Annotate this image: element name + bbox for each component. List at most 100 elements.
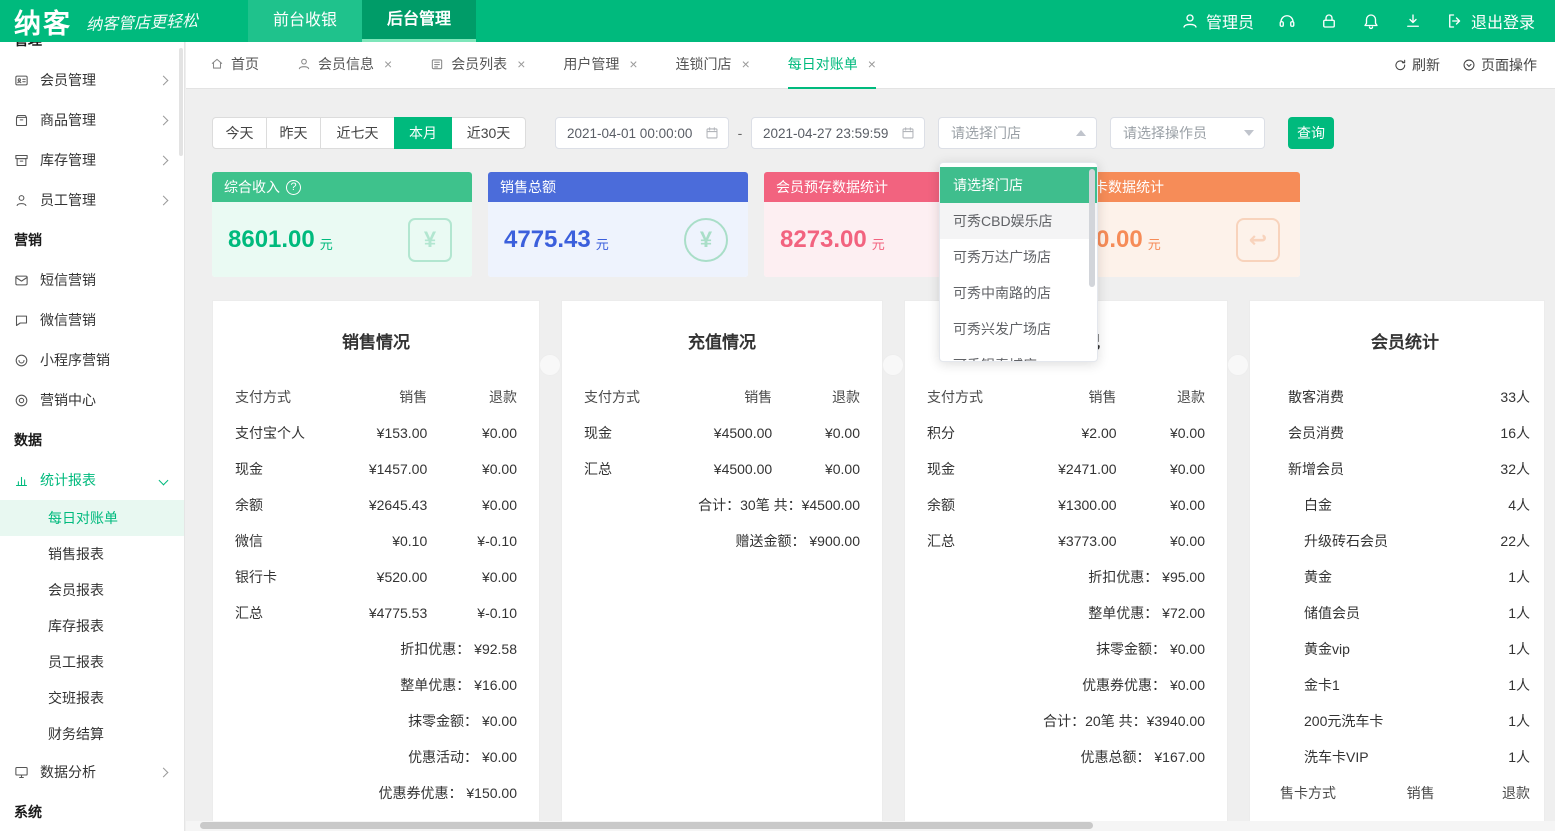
tab-chain-stores[interactable]: 连锁门店 ×	[676, 42, 750, 89]
card-title: 综合收入	[224, 177, 280, 197]
summary-line: 抹零金额： ¥0.00	[927, 631, 1205, 667]
search-button[interactable]: 查询	[1288, 117, 1334, 149]
download-button[interactable]	[1404, 12, 1422, 30]
notifications-button[interactable]	[1362, 12, 1380, 30]
panel-divider-dot	[539, 354, 561, 376]
income-value: 8601.00	[228, 226, 315, 254]
sidebar-item-staff-mgmt[interactable]: 员工管理	[0, 180, 184, 220]
store-option[interactable]: 可秀万达广场店	[940, 239, 1097, 275]
sidebar-subitem[interactable]: 销售报表	[0, 536, 184, 572]
range-last7days-button[interactable]: 近七天	[320, 117, 395, 149]
sidebar-subitem[interactable]: 财务结算	[0, 716, 184, 752]
horizontal-scrollbar[interactable]	[186, 821, 1555, 831]
unit-label: 元	[320, 226, 333, 253]
summary-line: 合计：30笔 共：¥4500.00	[584, 487, 860, 523]
sidebar-subitem[interactable]: 会员报表	[0, 572, 184, 608]
horizontal-scrollbar-thumb[interactable]	[200, 822, 1093, 829]
store-option[interactable]: 可秀银泰城店	[940, 347, 1097, 362]
sidebar-section-data: 数据	[0, 420, 184, 460]
tab-member-info[interactable]: 会员信息 ×	[297, 42, 392, 89]
main-area: 首页 会员信息 × 会员列表 × 用户管理 × 连锁门店 × 每日对账单 × 刷…	[186, 42, 1555, 831]
dropdown-scrollbar-thumb[interactable]	[1089, 169, 1095, 287]
range-last30days-button[interactable]: 近30天	[451, 117, 526, 149]
table-row: 现金 ¥4500.00 ¥0.00	[584, 415, 860, 451]
topbar: 纳客 纳客管店更轻松 前台收银 后台管理 管理员 退出登录	[0, 0, 1555, 42]
card-title: 销售总额	[500, 177, 556, 197]
lock-icon	[1320, 12, 1338, 30]
summary-line: 抹零金额： ¥0.00	[235, 703, 517, 739]
range-this-month-button[interactable]: 本月	[394, 117, 452, 149]
start-date-input[interactable]: 2021-04-01 00:00:00	[555, 117, 729, 149]
chevron-right-icon	[159, 75, 169, 85]
range-today-button[interactable]: 今天	[212, 117, 267, 149]
recharge-panel: 充值情况 支付方式 销售 退款 现金 ¥4500.00 ¥0.00	[561, 300, 883, 831]
recharge-rows: 现金 ¥4500.00 ¥0.00 汇总 ¥4500.00 ¥0.00	[584, 415, 860, 487]
summary-line: 折扣优惠： ¥95.00	[927, 559, 1205, 595]
support-button[interactable]	[1278, 12, 1296, 30]
member-stat-row: 白金 4人	[1280, 487, 1530, 523]
sidebar-item-inventory-mgmt[interactable]: 库存管理	[0, 140, 184, 180]
logout-button[interactable]: 退出登录	[1446, 9, 1535, 33]
sidebar-subitem[interactable]: 库存报表	[0, 608, 184, 644]
tab-daily-statement[interactable]: 每日对账单 ×	[788, 42, 876, 89]
user-icon	[1181, 12, 1199, 30]
store-select[interactable]: 请选择门店 请选择门店 可秀CBD娱乐店 可秀万达广场店 可秀中南路的店	[938, 117, 1097, 149]
card-total-sales: 销售总额 4775.43 元 ¥	[488, 172, 748, 277]
app-logo: 纳客	[14, 2, 72, 41]
current-user-button[interactable]: 管理员	[1181, 9, 1254, 33]
goods-box-icon	[14, 113, 29, 128]
member-stat-row: 黄金vip 1人	[1280, 631, 1530, 667]
table-row: 汇总 ¥3773.00 ¥0.00	[927, 523, 1205, 559]
recharge-summary: 合计：30笔 共：¥4500.00赠送金额： ¥900.00	[584, 487, 860, 559]
sidebar-scrollbar-thumb[interactable]	[179, 48, 183, 156]
sidebar-item-data-analysis[interactable]: 数据分析	[0, 752, 184, 792]
nav-front-cashier[interactable]: 前台收银	[248, 0, 362, 42]
close-icon[interactable]: ×	[742, 56, 750, 72]
current-user-label: 管理员	[1206, 9, 1254, 33]
sidebar-item-marketing-center[interactable]: 营销中心	[0, 380, 184, 420]
store-option[interactable]: 可秀CBD娱乐店	[940, 203, 1097, 239]
close-icon[interactable]: ×	[384, 56, 392, 72]
end-date-input[interactable]: 2021-04-27 23:59:59	[751, 117, 925, 149]
sidebar-subitem[interactable]: 员工报表	[0, 644, 184, 680]
sidebar-item-reports[interactable]: 统计报表	[0, 460, 184, 500]
close-icon[interactable]: ×	[629, 56, 637, 72]
sidebar-subitem[interactable]: 交班报表	[0, 680, 184, 716]
store-option[interactable]: 可秀兴发广场店	[940, 311, 1097, 347]
table-row: 支付宝个人 ¥153.00 ¥0.00	[235, 415, 517, 451]
tab-member-list[interactable]: 会员列表 ×	[430, 42, 525, 89]
table-row: 银行卡 ¥520.00 ¥0.00	[235, 559, 517, 595]
calendar-icon	[901, 126, 915, 140]
sidebar-item-wechat-marketing[interactable]: 微信营销	[0, 300, 184, 340]
summary-line: 折扣优惠： ¥92.58	[235, 631, 517, 667]
table-row: 汇总 ¥4775.53 ¥-0.10	[235, 595, 517, 631]
sidebar-item-goods-mgmt[interactable]: 商品管理	[0, 100, 184, 140]
sidebar-item-member-mgmt[interactable]: 会员管理	[0, 60, 184, 100]
table-row: 余额 ¥1300.00 ¥0.00	[927, 487, 1205, 523]
close-icon[interactable]: ×	[517, 56, 525, 72]
person-icon	[297, 57, 311, 71]
refresh-button[interactable]: 刷新	[1393, 55, 1440, 75]
nav-backend-admin[interactable]: 后台管理	[362, 0, 476, 42]
member-stat-row: 会员消费 16人	[1280, 415, 1530, 451]
lock-button[interactable]	[1320, 12, 1338, 30]
help-icon[interactable]: ?	[286, 180, 301, 195]
store-option-list: 请选择门店 可秀CBD娱乐店 可秀万达广场店 可秀中南路的店 可秀兴发广场店 可…	[940, 167, 1097, 362]
monitor-icon	[14, 765, 29, 780]
store-option[interactable]: 可秀中南路的店	[940, 275, 1097, 311]
summary-line: 优惠券优惠： ¥0.00	[927, 667, 1205, 703]
chevron-right-icon	[159, 195, 169, 205]
tab-user-mgmt[interactable]: 用户管理 ×	[563, 42, 637, 89]
range-yesterday-button[interactable]: 昨天	[266, 117, 321, 149]
page-actions-button[interactable]: 页面操作	[1462, 55, 1537, 75]
income-bill-icon: ¥	[408, 218, 452, 262]
store-option[interactable]: 请选择门店	[940, 167, 1097, 203]
close-icon[interactable]: ×	[868, 56, 876, 72]
unit-label: 元	[596, 226, 609, 253]
operator-select[interactable]: 请选择操作员	[1110, 117, 1265, 149]
sidebar-section-system: 系统	[0, 792, 184, 831]
sidebar-item-miniapp-marketing[interactable]: 小程序营销	[0, 340, 184, 380]
sidebar-item-sms-marketing[interactable]: 短信营销	[0, 260, 184, 300]
sidebar-subitem[interactable]: 每日对账单	[0, 500, 184, 536]
tab-home[interactable]: 首页	[210, 42, 259, 89]
